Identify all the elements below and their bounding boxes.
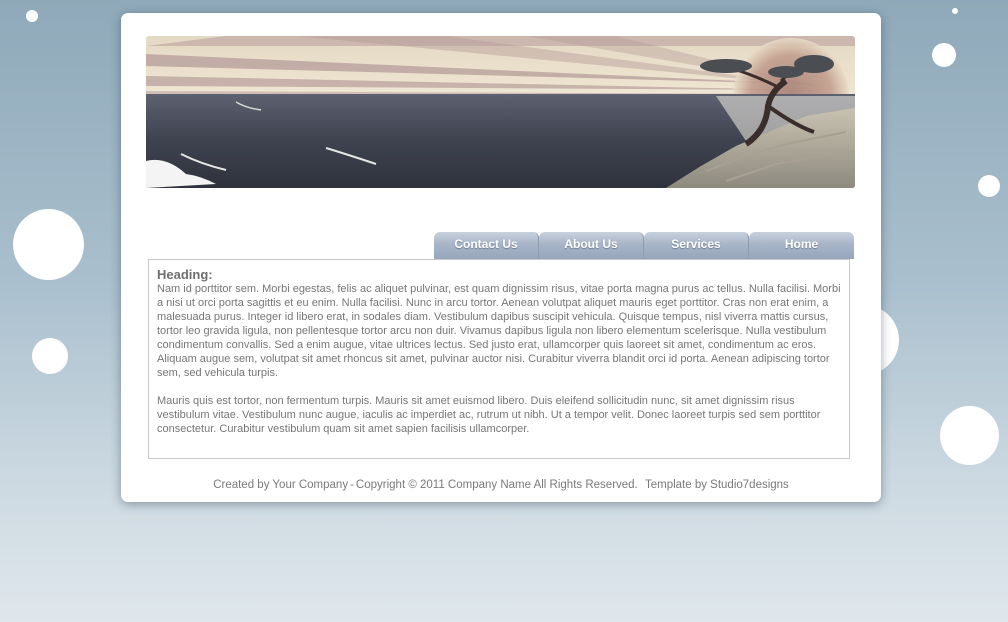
page-container: Contact Us About Us Services Home Headin… [121,13,881,502]
footer-copyright: Copyright © 2011 Company Name All Rights… [355,479,638,491]
content-paragraph: Nam id porttitor sem. Morbi egestas, fel… [157,283,841,379]
bubble-decoration [952,8,958,14]
content-paragraph: Mauris quis est tortor, non fermentum tu… [157,395,821,435]
header-banner [146,36,855,188]
seascape-illustration [146,36,855,188]
bubble-decoration [13,209,84,280]
bubble-decoration [978,175,1000,197]
nav-tab-about-us[interactable]: About Us [539,232,644,259]
content-box: Heading: Nam id porttitor sem. Morbi ege… [148,259,850,459]
main-navigation: Contact Us About Us Services Home [434,232,854,259]
footer: Created by Your Company - Copyright © 2011… [213,479,789,491]
bubble-decoration [32,338,68,374]
content-heading: Heading: [157,267,213,282]
bubble-decoration [940,406,999,465]
bubble-decoration [932,43,956,67]
footer-created-by: Created by Your Company [213,479,349,491]
nav-tab-services[interactable]: Services [644,232,749,259]
footer-template-credit: Template by Studio7designs [644,479,789,491]
nav-tab-contact-us[interactable]: Contact Us [434,232,539,259]
nav-tab-home[interactable]: Home [749,232,854,259]
bubble-decoration [26,10,38,22]
